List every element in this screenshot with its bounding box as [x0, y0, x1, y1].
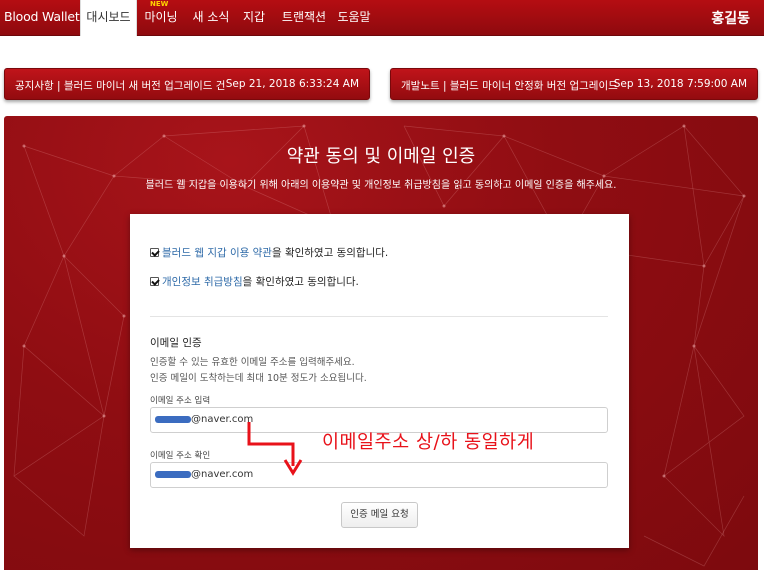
- notice-text: 공지사항 | 블러드 마이너 새 버전 업그레이드 건: [15, 80, 226, 92]
- arrow-annotation-icon: [247, 422, 303, 476]
- nav-transactions[interactable]: 트랜잭션: [276, 0, 332, 36]
- brand-logo[interactable]: Blood Wallet: [4, 9, 80, 24]
- agreement-form-card: 블러드 웹 지갑 이용 약관을 확인하였고 동의합니다. 개인정보 취급방침을 …: [130, 214, 629, 548]
- redacted-email-mask: [155, 471, 191, 478]
- request-verification-button[interactable]: 인증 메일 요청: [341, 502, 418, 528]
- page-subtitle: 블러드 웹 지갑을 이용하기 위해 아래의 이용약관 및 개인정보 취급방침을 …: [145, 180, 617, 191]
- email-desc-line2: 인증 메일이 도착하는데 최대 10분 정도가 소요됩니다.: [150, 373, 367, 384]
- top-navbar: Blood Wallet 대시보드 NEW 마이닝 새 소식 지갑 트랜잭션 도…: [0, 0, 764, 36]
- email-section-title: 이메일 인증: [150, 337, 202, 349]
- privacy-link[interactable]: 개인정보 취급방침: [162, 276, 243, 288]
- email-confirm-input[interactable]: @naver.com: [150, 462, 608, 488]
- email-desc-line1: 인증할 수 있는 유효한 이메일 주소를 입력해주세요.: [150, 357, 355, 368]
- page-title: 약관 동의 및 이메일 인증: [286, 146, 476, 167]
- privacy-agree-row: 개인정보 취급방침을 확인하였고 동의합니다.: [150, 274, 359, 289]
- redacted-email-mask: [155, 416, 191, 423]
- terms-agree-text: 을 확인하였고 동의합니다.: [271, 247, 389, 259]
- notice-date: Sep 21, 2018 6:33:24 AM: [225, 78, 359, 90]
- privacy-agree-text: 을 확인하였고 동의합니다.: [242, 276, 359, 288]
- nav-wallet[interactable]: 지갑: [238, 0, 270, 36]
- terms-link[interactable]: 블러드 웹 지갑 이용 약관: [162, 247, 272, 259]
- nav-help[interactable]: 도움말: [334, 0, 374, 36]
- notice-date: Sep 13, 2018 7:59:00 AM: [613, 78, 747, 90]
- user-name[interactable]: 홍길동: [711, 8, 750, 28]
- nav-mining-label: 마이닝: [144, 10, 178, 24]
- nav-dashboard[interactable]: 대시보드: [80, 0, 137, 36]
- terms-checkbox[interactable]: [150, 248, 159, 257]
- email-confirm-label: 이메일 주소 확인: [150, 451, 211, 461]
- email-input-label: 이메일 주소 입력: [150, 396, 211, 406]
- nav-mining[interactable]: NEW 마이닝: [140, 0, 182, 36]
- annotation-text: 이메일주소 상/하 동일하게: [322, 432, 535, 453]
- notice-text: 개발노트 | 블러드 마이너 안정화 버전 업그레이드: [401, 80, 618, 92]
- nav-news[interactable]: 새 소식: [188, 0, 234, 36]
- privacy-checkbox[interactable]: [150, 277, 159, 286]
- section-divider: [150, 316, 608, 317]
- terms-agree-row: 블러드 웹 지갑 이용 약관을 확인하였고 동의합니다.: [150, 245, 388, 260]
- notice-bar-devnote[interactable]: 개발노트 | 블러드 마이너 안정화 버전 업그레이드 Sep 13, 2018…: [390, 68, 758, 100]
- notice-bar-announcement[interactable]: 공지사항 | 블러드 마이너 새 버전 업그레이드 건 Sep 21, 2018…: [4, 68, 370, 100]
- new-badge: NEW: [150, 0, 169, 8]
